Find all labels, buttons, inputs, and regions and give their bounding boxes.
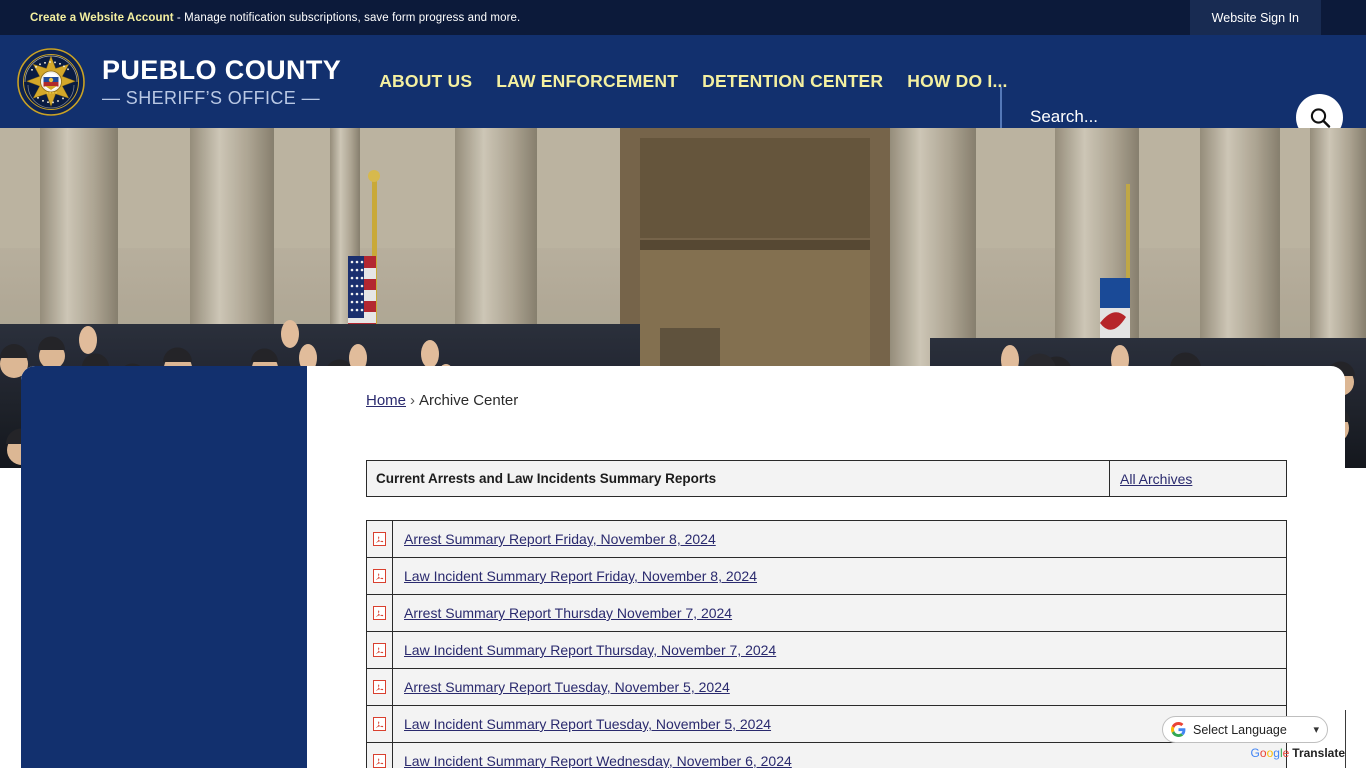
google-wordmark: Google <box>1250 746 1290 760</box>
create-account-message: Create a Website Account - Manage notifi… <box>30 12 520 24</box>
archive-header-link-cell: All Archives <box>1110 461 1286 496</box>
document-link[interactable]: Law Incident Summary Report Thursday, No… <box>404 642 776 658</box>
selected-language-label: Select Language <box>1193 722 1287 737</box>
document-list: Arrest Summary Report Friday, November 8… <box>366 520 1287 768</box>
sheriff-badge-seal-icon <box>16 47 86 117</box>
pdf-icon-cell <box>367 706 393 742</box>
translate-label: Translate <box>1292 746 1345 760</box>
search-input[interactable] <box>1030 106 1280 127</box>
site-logo-text: PUEBLO COUNTY — SHERIFF’S OFFICE — <box>102 54 342 108</box>
pdf-icon-cell <box>367 669 393 705</box>
list-item[interactable]: Law Incident Summary Report Tuesday, Nov… <box>366 705 1287 742</box>
pdf-icon <box>373 569 386 583</box>
list-item[interactable]: Law Incident Summary Report Thursday, No… <box>366 631 1287 668</box>
document-link[interactable]: Law Incident Summary Report Friday, Nove… <box>404 568 757 584</box>
document-label-cell: Arrest Summary Report Tuesday, November … <box>393 669 1286 705</box>
document-label-cell: Law Incident Summary Report Thursday, No… <box>393 632 1286 668</box>
pdf-icon-cell <box>367 595 393 631</box>
pdf-icon-cell <box>367 632 393 668</box>
breadcrumb-separator: › <box>410 392 416 409</box>
document-label-cell: Law Incident Summary Report Tuesday, Nov… <box>393 706 1286 742</box>
pdf-icon-cell <box>367 743 393 768</box>
content-card: Home › Archive Center Current Arrests and … <box>21 366 1345 768</box>
main-navigation: ABOUT US LAW ENFORCEMENT DETENTION CENTE… <box>367 35 1019 128</box>
list-item[interactable]: Law Incident Summary Report Friday, Nove… <box>366 557 1287 594</box>
pdf-icon-cell <box>367 558 393 594</box>
pdf-icon-cell <box>367 521 393 557</box>
list-item[interactable]: Arrest Summary Report Friday, November 8… <box>366 520 1287 557</box>
main-content: Home › Archive Center Current Arrests and … <box>307 366 1345 768</box>
pdf-icon <box>373 606 386 620</box>
pdf-icon <box>373 643 386 657</box>
archive-table-header: Current Arrests and Law Incidents Summar… <box>366 460 1287 497</box>
list-item[interactable]: Law Incident Summary Report Wednesday, N… <box>366 742 1287 768</box>
document-link[interactable]: Arrest Summary Report Thursday November … <box>404 605 732 621</box>
list-item[interactable]: Arrest Summary Report Thursday November … <box>366 594 1287 631</box>
document-label-cell: Arrest Summary Report Thursday November … <box>393 595 1286 631</box>
all-archives-link[interactable]: All Archives <box>1120 471 1192 487</box>
document-link[interactable]: Arrest Summary Report Tuesday, November … <box>404 679 730 695</box>
sidebar-panel <box>21 366 307 768</box>
pdf-icon <box>373 532 386 546</box>
list-item[interactable]: Arrest Summary Report Tuesday, November … <box>366 668 1287 705</box>
archive-header-title: Current Arrests and Law Incidents Summar… <box>367 461 1110 496</box>
breadcrumb-home-link[interactable]: Home <box>366 392 406 409</box>
logo-subtitle: — SHERIFF’S OFFICE — <box>102 87 321 108</box>
nav-item-detention-center[interactable]: DETENTION CENTER <box>690 71 895 92</box>
document-label-cell: Law Incident Summary Report Friday, Nove… <box>393 558 1286 594</box>
document-label-cell: Arrest Summary Report Friday, November 8… <box>393 521 1286 557</box>
translate-attribution: Google Translate <box>1155 746 1345 760</box>
pdf-icon <box>373 753 386 768</box>
pdf-icon <box>373 680 386 694</box>
breadcrumb-current: Archive Center <box>419 392 519 409</box>
nav-item-about-us[interactable]: ABOUT US <box>367 71 484 92</box>
nav-item-law-enforcement[interactable]: LAW ENFORCEMENT <box>484 71 690 92</box>
search-icon <box>1310 107 1330 128</box>
create-account-link[interactable]: Create a Website Account <box>30 12 174 24</box>
create-account-tagline: - Manage notification subscriptions, sav… <box>173 11 521 24</box>
translate-divider <box>1345 710 1346 768</box>
site-header: PUEBLO COUNTY — SHERIFF’S OFFICE — ABOUT… <box>0 35 1366 145</box>
page-root: Create a Website Account - Manage notifi… <box>0 0 1366 768</box>
utility-top-bar: Create a Website Account - Manage notifi… <box>0 0 1366 35</box>
site-logo[interactable]: PUEBLO COUNTY — SHERIFF’S OFFICE — <box>16 35 341 128</box>
logo-title: PUEBLO COUNTY <box>102 54 342 85</box>
pdf-icon <box>373 717 386 731</box>
google-translate-widget: Select Language ▾ Google Translate <box>1155 710 1366 768</box>
chevron-down-icon: ▾ <box>1313 724 1319 736</box>
language-select[interactable]: Select Language ▾ <box>1162 716 1328 743</box>
document-label-cell: Law Incident Summary Report Wednesday, N… <box>393 743 1286 768</box>
document-link[interactable]: Law Incident Summary Report Tuesday, Nov… <box>404 716 771 732</box>
website-sign-in-button[interactable]: Website Sign In <box>1189 0 1321 35</box>
document-link[interactable]: Arrest Summary Report Friday, November 8… <box>404 531 716 547</box>
document-link[interactable]: Law Incident Summary Report Wednesday, N… <box>404 753 792 768</box>
breadcrumb: Home › Archive Center <box>366 392 1305 409</box>
google-g-icon <box>1171 722 1186 737</box>
